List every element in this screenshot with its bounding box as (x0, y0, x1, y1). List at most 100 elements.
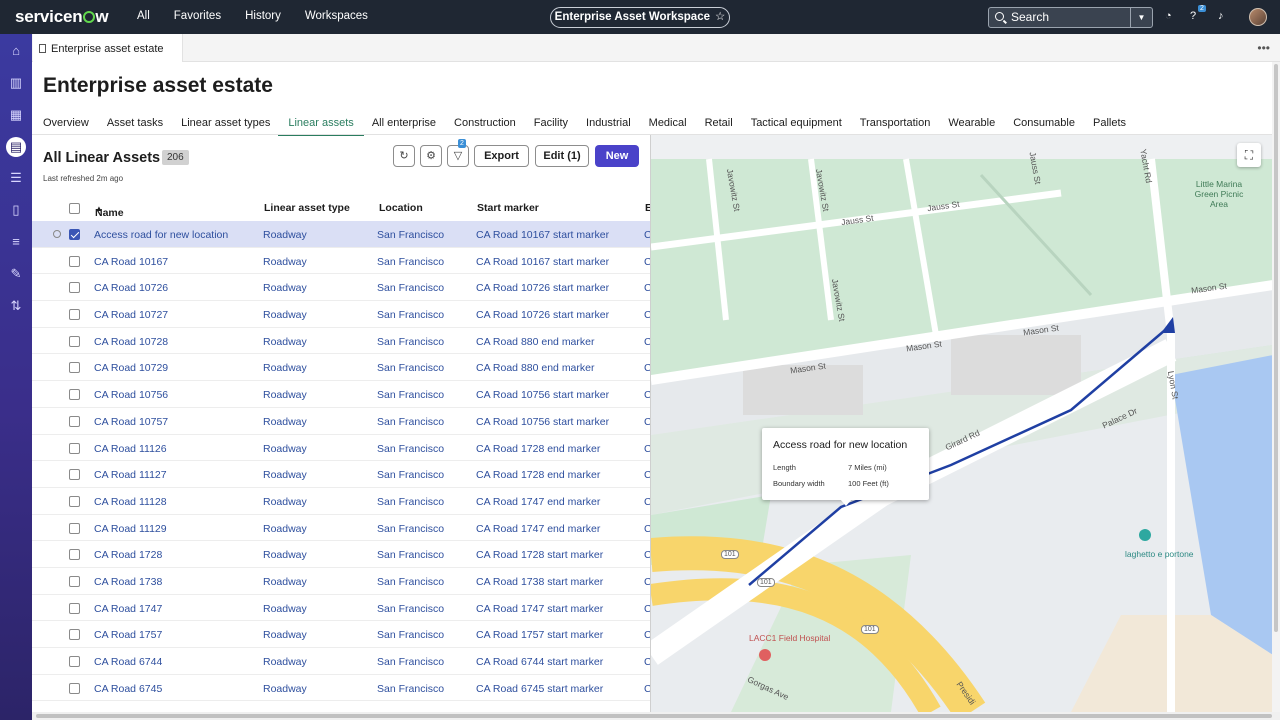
table-row[interactable]: CA Road 11129 Roadway San Francisco CA Road… (32, 515, 650, 542)
tab-transportation[interactable]: Transportation (860, 117, 931, 134)
servicenow-logo[interactable]: servicen w (15, 7, 109, 27)
nav-favorites[interactable]: Favorites (174, 10, 221, 22)
cell-type[interactable]: Roadway (263, 549, 307, 561)
more-icon[interactable]: ••• (1257, 41, 1270, 55)
cell-name[interactable]: CA Road 1747 (94, 603, 162, 615)
row-checkbox[interactable] (69, 656, 80, 667)
workspace-pill[interactable]: Enterprise Asset Workspace ☆ (550, 7, 730, 28)
cell-start-marker[interactable]: CA Road 880 end marker (476, 362, 594, 374)
cell-location[interactable]: San Francisco (377, 576, 444, 588)
cell-location[interactable]: San Francisco (377, 336, 444, 348)
cell-start-marker[interactable]: CA Road 1747 end marker (476, 496, 600, 508)
row-checkbox[interactable] (69, 415, 80, 427)
horizontal-scrollbar[interactable] (32, 712, 1280, 720)
cell-location[interactable]: San Francisco (377, 549, 444, 561)
cell-start-marker[interactable]: CA Road 880 end marker (476, 336, 594, 348)
list-icon[interactable]: ≡ (6, 232, 26, 252)
column-type[interactable]: Linear asset type (264, 202, 350, 214)
row-checkbox[interactable] (69, 602, 80, 614)
cell-location[interactable]: San Francisco (377, 309, 444, 321)
tab-enterprise-asset-estate[interactable]: Enterprise asset estate (33, 34, 183, 62)
cell-name[interactable]: CA Road 1728 (94, 549, 162, 561)
tab-consumable[interactable]: Consumable (1013, 117, 1075, 134)
cell-start-marker[interactable]: CA Road 6744 start marker (476, 656, 603, 668)
chat-icon[interactable]: ◔ (1165, 10, 1172, 22)
cell-name[interactable]: CA Road 10728 (94, 336, 168, 348)
cell-location[interactable]: San Francisco (377, 496, 444, 508)
cell-start-marker[interactable]: CA Road 6745 start marker (476, 683, 603, 695)
new-button[interactable]: New (595, 145, 639, 167)
table-row[interactable]: CA Road 10756 Roadway San Francisco CA Road… (32, 381, 650, 408)
row-checkbox[interactable] (69, 629, 80, 641)
cell-start-marker[interactable]: CA Road 10167 start marker (476, 256, 609, 268)
cell-type[interactable]: Roadway (263, 469, 307, 481)
cell-name[interactable]: CA Road 11127 (94, 469, 167, 481)
table-row[interactable]: CA Road 10757 Roadway San Francisco CA Road… (32, 408, 650, 435)
vertical-scroll-thumb[interactable] (1274, 64, 1278, 632)
cell-name[interactable]: CA Road 10729 (94, 362, 168, 374)
building-icon[interactable]: ▦ (6, 105, 26, 125)
cell-start-marker[interactable]: CA Road 10756 start marker (476, 389, 609, 401)
cell-type[interactable]: Roadway (263, 496, 307, 508)
cell-type[interactable]: Roadway (263, 229, 307, 241)
edit-button[interactable]: Edit (1) (535, 145, 589, 167)
cell-start-marker[interactable]: CA Road 1728 end marker (476, 469, 600, 481)
cell-type[interactable]: Roadway (263, 309, 307, 321)
cell-name[interactable]: CA Road 10167 (94, 256, 168, 268)
cell-type[interactable]: Roadway (263, 416, 307, 428)
row-checkbox[interactable] (69, 362, 80, 374)
cell-type[interactable]: Roadway (263, 523, 307, 535)
cell-location[interactable]: San Francisco (377, 523, 444, 535)
table-row[interactable]: CA Road 11127 Roadway San Francisco CA Road… (32, 461, 650, 488)
cell-start-marker[interactable]: CA Road 10167 start marker (476, 229, 609, 241)
cell-name[interactable]: CA Road 11128 (94, 496, 167, 508)
cell-location[interactable]: San Francisco (377, 389, 444, 401)
row-checkbox[interactable] (69, 442, 80, 454)
help-icon[interactable]: ? (1190, 10, 1196, 22)
cell-location[interactable]: San Francisco (377, 443, 444, 455)
chart-icon[interactable]: ▥ (6, 73, 26, 93)
column-location[interactable]: Location (379, 202, 423, 214)
vertical-scrollbar[interactable] (1272, 62, 1280, 712)
table-row[interactable]: CA Road 1757 Roadway San Francisco CA Road … (32, 621, 650, 648)
table-row[interactable]: CA Road 10167 Roadway San Francisco CA Road… (32, 248, 650, 275)
table-row[interactable]: CA Road 10729 Roadway San Francisco CA Road… (32, 354, 650, 382)
cell-start-marker[interactable]: CA Road 1738 start marker (476, 576, 603, 588)
chevron-down-icon[interactable]: ▼ (1130, 8, 1152, 27)
cell-start-marker[interactable]: CA Road 10726 start marker (476, 282, 609, 294)
transfer-icon[interactable]: ⇅ (6, 296, 26, 316)
table-row[interactable]: CA Road 10726 Roadway San Francisco CA Road… (32, 274, 650, 302)
row-checkbox[interactable] (69, 469, 80, 481)
row-checkbox[interactable] (69, 522, 80, 534)
filter-button[interactable]: ▽ (447, 145, 469, 167)
cell-name[interactable]: CA Road 10757 (94, 416, 168, 428)
cell-location[interactable]: San Francisco (377, 469, 444, 481)
row-checkbox[interactable] (69, 335, 80, 347)
cell-type[interactable]: Roadway (263, 336, 307, 348)
cell-location[interactable]: San Francisco (377, 683, 444, 695)
nav-all[interactable]: All (137, 10, 150, 22)
tab-wearable[interactable]: Wearable (948, 117, 995, 134)
refresh-button[interactable]: ↻ (393, 145, 415, 167)
book-icon[interactable]: ▯ (6, 200, 26, 220)
cell-type[interactable]: Roadway (263, 603, 307, 615)
table-row[interactable]: CA Road 10728 Roadway San Francisco CA Road… (32, 328, 650, 355)
bell-icon[interactable]: ♪ (1218, 10, 1224, 22)
column-start-marker[interactable]: Start marker (477, 202, 539, 214)
cell-start-marker[interactable]: CA Road 10756 start marker (476, 416, 609, 428)
tab-pallets[interactable]: Pallets (1093, 117, 1126, 134)
row-checkbox[interactable] (69, 389, 80, 401)
cell-name[interactable]: CA Road 11129 (94, 523, 167, 535)
table-row[interactable]: CA Road 1728 Roadway San Francisco CA Road … (32, 541, 650, 568)
column-name[interactable]: Name ▲ (95, 202, 124, 219)
cell-type[interactable]: Roadway (263, 443, 307, 455)
settings-button[interactable]: ⚙ (420, 145, 442, 167)
map-view[interactable]: Javowitz St Javowitz St Javowitz St Jaus… (650, 135, 1272, 712)
cell-location[interactable]: San Francisco (377, 656, 444, 668)
cell-name[interactable]: CA Road 10756 (94, 389, 168, 401)
clipboard-icon[interactable]: ▤ (6, 137, 26, 157)
row-checkbox[interactable] (69, 682, 80, 694)
cell-type[interactable]: Roadway (263, 256, 307, 268)
tab-construction[interactable]: Construction (454, 117, 516, 134)
cell-type[interactable]: Roadway (263, 576, 307, 588)
